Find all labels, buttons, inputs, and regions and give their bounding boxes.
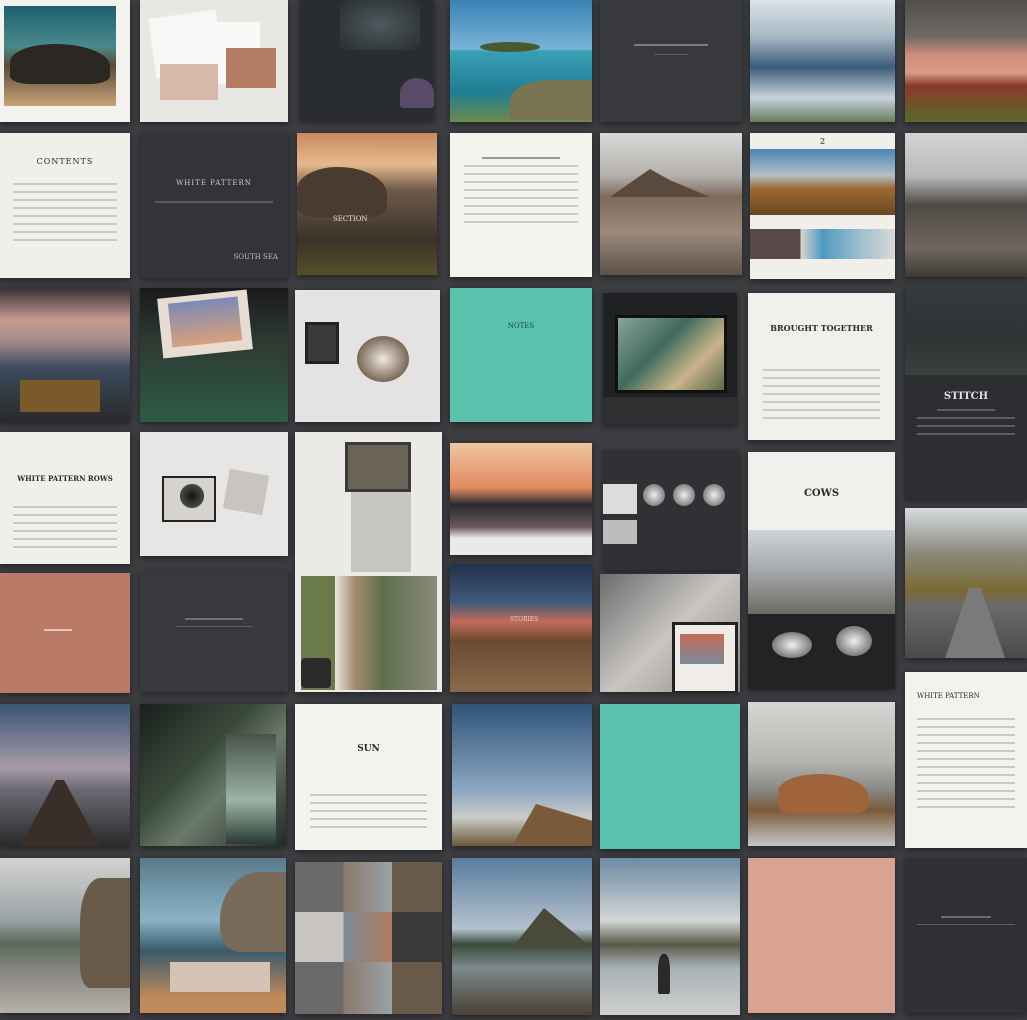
tile-night-beach: STORIES bbox=[450, 564, 592, 692]
tile-dusk-road bbox=[0, 704, 130, 846]
contents-heading: CONTENTS bbox=[36, 157, 94, 166]
tile-sun-chapter: SUN bbox=[295, 704, 442, 850]
tile-monitor bbox=[603, 293, 737, 425]
tile-blue-sky-cliff bbox=[452, 704, 592, 846]
tile-bay-hills bbox=[452, 858, 592, 1015]
page-number: 2 bbox=[819, 137, 826, 146]
teal-title: NOTES bbox=[507, 322, 535, 330]
side-page-heading: WHITE PATTERN bbox=[917, 692, 980, 700]
tile-sea-sunset bbox=[450, 443, 592, 555]
tile-charcoal-plain bbox=[140, 570, 288, 692]
tile-terracotta bbox=[0, 573, 130, 693]
tile-dark-stitch: STITCH bbox=[905, 285, 1027, 499]
tile-collage-grid bbox=[295, 862, 442, 1014]
tile-misty-mountain bbox=[600, 133, 742, 275]
tile-sunset-bridge bbox=[0, 288, 130, 422]
tile-pattern-rows-page: WHITE PATTERN ROWS bbox=[0, 432, 130, 564]
essay-title-1: BROUGHT TOGETHER bbox=[770, 323, 873, 333]
tile-paper-stack bbox=[140, 0, 288, 122]
tile-teal-notes: NOTES bbox=[450, 288, 592, 422]
tile-tablet-rock bbox=[600, 574, 740, 692]
tile-moodboard bbox=[295, 432, 442, 692]
tile-dark-cover bbox=[300, 0, 434, 120]
tile-contents-page: CONTENTS bbox=[0, 133, 130, 278]
tile-charcoal-end bbox=[905, 858, 1027, 1013]
tile-grey-rocks bbox=[905, 133, 1027, 277]
tile-coastal-road bbox=[905, 508, 1027, 658]
tile-dark-app bbox=[603, 450, 739, 570]
photo-collage-grid: CONTENTS WHITE PATTERN SOUTH SEA SECTION… bbox=[0, 0, 1027, 1020]
tile-essay-page: BROUGHT TOGETHER bbox=[748, 293, 895, 440]
tile-blush bbox=[748, 858, 895, 1013]
pattern-rows-title: WHITE PATTERN ROWS bbox=[17, 474, 113, 483]
tile-text-page-right: WHITE PATTERN bbox=[905, 672, 1027, 848]
tile-charcoal-title bbox=[600, 0, 742, 122]
tile-camera-lens bbox=[295, 290, 440, 422]
tile-crowns-cover: COWS bbox=[748, 452, 895, 689]
white-pattern-title: WHITE PATTERN bbox=[176, 179, 252, 187]
tile-person-shore bbox=[600, 858, 740, 1015]
tile-misty-beach bbox=[0, 858, 130, 1013]
tile-desert-page: 2 bbox=[750, 133, 895, 279]
tile-laptop-forest bbox=[140, 288, 288, 422]
tile-camera-card bbox=[140, 432, 288, 556]
tile-mountain-clouds bbox=[750, 0, 895, 122]
dark-footer-label: SOUTH SEA bbox=[233, 253, 278, 261]
section-overlay: SECTION bbox=[333, 215, 368, 223]
tile-charcoal-pattern: WHITE PATTERN SOUTH SEA bbox=[140, 133, 288, 278]
sun-chapter-title: SUN bbox=[357, 744, 380, 754]
stories-overlay: STORIES bbox=[510, 616, 539, 623]
tile-rocky-shore bbox=[748, 702, 895, 846]
tile-island-sea bbox=[450, 0, 592, 122]
tile-text-page bbox=[450, 133, 592, 277]
tile-waterfall bbox=[140, 704, 286, 846]
tile-coastal-rocks bbox=[0, 0, 130, 122]
crowns-title: COWS bbox=[803, 488, 840, 499]
tile-pink-lake bbox=[905, 0, 1027, 122]
stitch-title: STITCH bbox=[943, 391, 989, 402]
tile-sea-desk bbox=[140, 858, 286, 1013]
tile-teal-plain bbox=[600, 704, 740, 849]
tile-sunset-cliffs: SECTION bbox=[297, 133, 437, 275]
